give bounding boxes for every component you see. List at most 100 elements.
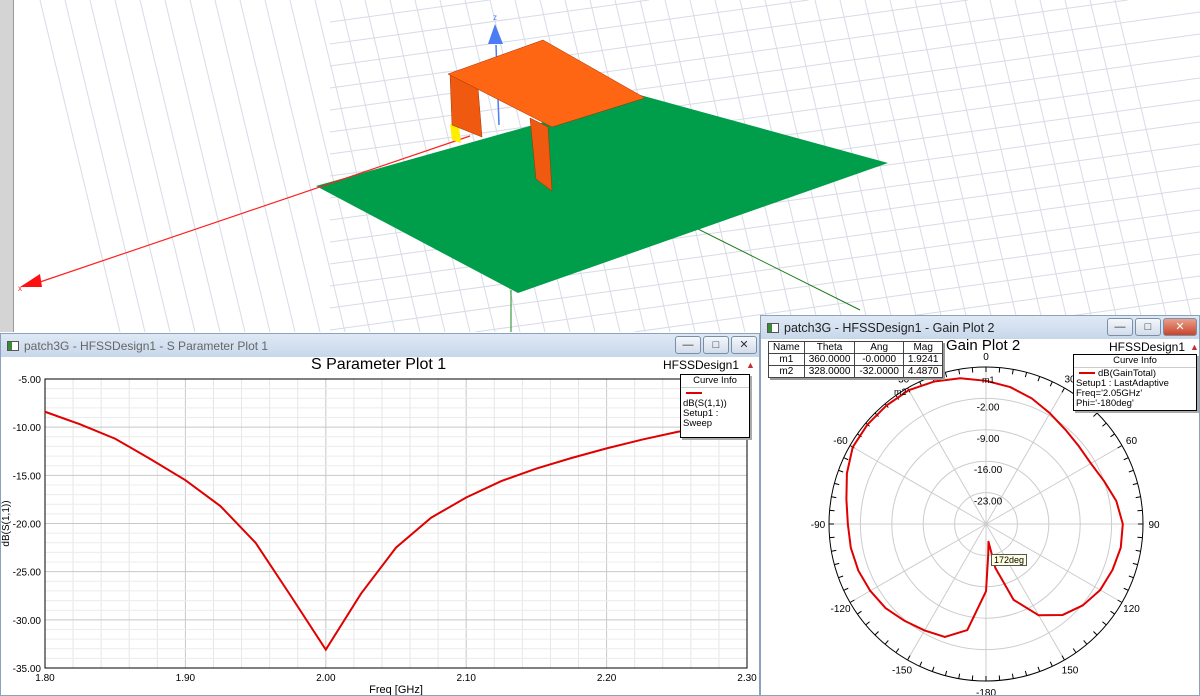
polar-tick	[1135, 549, 1141, 552]
polar-tick	[1049, 381, 1053, 387]
s-window-titlebar[interactable]: patch3G - HFSSDesign1 - S Parameter Plot…	[1, 334, 759, 357]
grid-line	[239, 0, 321, 332]
grid-line	[89, 0, 171, 332]
s-parameter-window[interactable]: patch3G - HFSSDesign1 - S Parameter Plot…	[0, 333, 760, 696]
plot-window-icon	[767, 322, 779, 333]
polar-tick	[849, 599, 855, 603]
x-tick-label: 2.30	[737, 673, 757, 684]
polar-tick	[1024, 670, 1028, 676]
gain-point	[885, 404, 888, 407]
gain-point	[851, 446, 854, 448]
polar-tick	[1037, 376, 1041, 382]
angle-tick-label: -60	[833, 436, 848, 447]
s11-point	[395, 546, 397, 549]
g-legend[interactable]: Curve Info dB(GainTotal) Setup1 : LastAda…	[1073, 354, 1197, 411]
gain-point	[1061, 614, 1064, 616]
grid-line	[139, 0, 221, 332]
s-parameter-chart[interactable]: 1.80 1.90 2.00 2.10 2.20 2.30-5.00-10.00-15.0…	[1, 357, 759, 695]
gain-point	[907, 389, 910, 391]
gain-point	[1099, 589, 1102, 591]
marker-cell: m1	[768, 353, 805, 366]
close-button[interactable]: ✕	[731, 336, 757, 354]
gain-point	[884, 607, 887, 609]
polar-tick	[831, 496, 837, 499]
s11-point	[465, 496, 468, 499]
x-tick-label: 2.10	[456, 673, 476, 684]
polar-tick	[874, 631, 879, 636]
grid-line	[329, 0, 490, 23]
gain-point	[985, 590, 987, 593]
marker-table[interactable]: Name Theta Ang Mag m1 360.0000 -0.0000 1.9241 …	[768, 341, 944, 378]
angle-tick-label: 0	[983, 352, 989, 363]
marker-cell: 328.0000	[803, 365, 856, 378]
polar-tick	[907, 655, 911, 661]
polar-tick	[1123, 587, 1129, 591]
gain-point	[1064, 428, 1067, 431]
gain-point	[1037, 614, 1040, 617]
polar-tick	[1083, 640, 1088, 645]
g-window-titlebar[interactable]: patch3G - HFSSDesign1 - Gain Plot 2 — □ …	[761, 316, 1199, 339]
polar-tick	[895, 648, 900, 653]
radial-tick-label: -23.00	[974, 497, 1003, 508]
polar-tick	[1117, 599, 1123, 603]
3d-modeler-view[interactable]: x z	[0, 0, 1200, 332]
x-tick-label: 2.20	[597, 673, 617, 684]
angle-tick-label: -180	[976, 688, 996, 695]
gain-plot-window[interactable]: patch3G - HFSSDesign1 - Gain Plot 2 — □ …	[760, 315, 1200, 696]
ground-plane[interactable]	[316, 95, 888, 293]
marker-cell: -0.0000	[854, 353, 904, 366]
s-legend[interactable]: Curve Info dB(S(1,1)) Setup1 : Sweep	[680, 374, 750, 438]
polar-tick	[958, 673, 961, 679]
minimize-button[interactable]: —	[1107, 318, 1133, 336]
s11-point	[79, 423, 81, 426]
gain-point	[944, 636, 946, 638]
gain-point	[857, 569, 860, 572]
y-axis-label: dB(S(1,1))	[1, 500, 12, 546]
s11-point	[114, 437, 116, 440]
polar-tick	[834, 482, 840, 486]
gain-point	[1012, 599, 1015, 601]
radial-tick-label: -9.00	[977, 434, 1000, 445]
s11-point	[360, 593, 362, 595]
model-canvas[interactable]: x z	[0, 0, 1200, 332]
x-axis-label: x	[18, 284, 22, 293]
marker-header: Mag	[902, 341, 944, 354]
marker-header: Theta	[803, 341, 856, 354]
maximize-button[interactable]: □	[703, 336, 729, 354]
s11-point	[254, 541, 257, 544]
polar-tick	[1011, 673, 1014, 679]
gain-point	[923, 629, 926, 632]
polar-tick	[1128, 575, 1134, 579]
polar-tick	[838, 469, 844, 473]
z-axis-label: z	[493, 13, 497, 22]
minimize-button[interactable]: —	[675, 336, 701, 354]
gain-point	[1082, 604, 1084, 607]
grid-line	[264, 0, 346, 332]
polar-tick	[838, 575, 844, 579]
grid-line	[114, 0, 196, 332]
angle-tick-label: -90	[811, 520, 826, 531]
gain-point	[987, 540, 990, 543]
gain-point	[1090, 462, 1092, 465]
radial-tick-label: -16.00	[974, 465, 1003, 476]
gain-point	[966, 629, 969, 631]
s11-point	[184, 479, 187, 481]
plot-window-icon	[7, 340, 19, 351]
close-button[interactable]: ✕	[1163, 318, 1197, 336]
grid-line	[939, 0, 1021, 332]
polar-tick	[1011, 369, 1014, 375]
gain-point	[846, 472, 848, 475]
polar-spoke	[849, 445, 987, 525]
angle-tick-label: 150	[1062, 665, 1079, 676]
polar-tick	[843, 587, 849, 591]
gain-point	[1049, 412, 1051, 415]
polar-tick	[1117, 445, 1123, 449]
y-tick-label: -5.00	[18, 375, 41, 386]
angle-tick-label: -150	[892, 665, 912, 676]
polar-tick	[1049, 661, 1053, 667]
polar-tick	[1072, 648, 1077, 653]
gain-point	[866, 423, 869, 426]
radial-tick-label: -2.00	[977, 402, 1000, 413]
maximize-button[interactable]: □	[1135, 318, 1161, 336]
polar-tick	[1061, 387, 1065, 393]
